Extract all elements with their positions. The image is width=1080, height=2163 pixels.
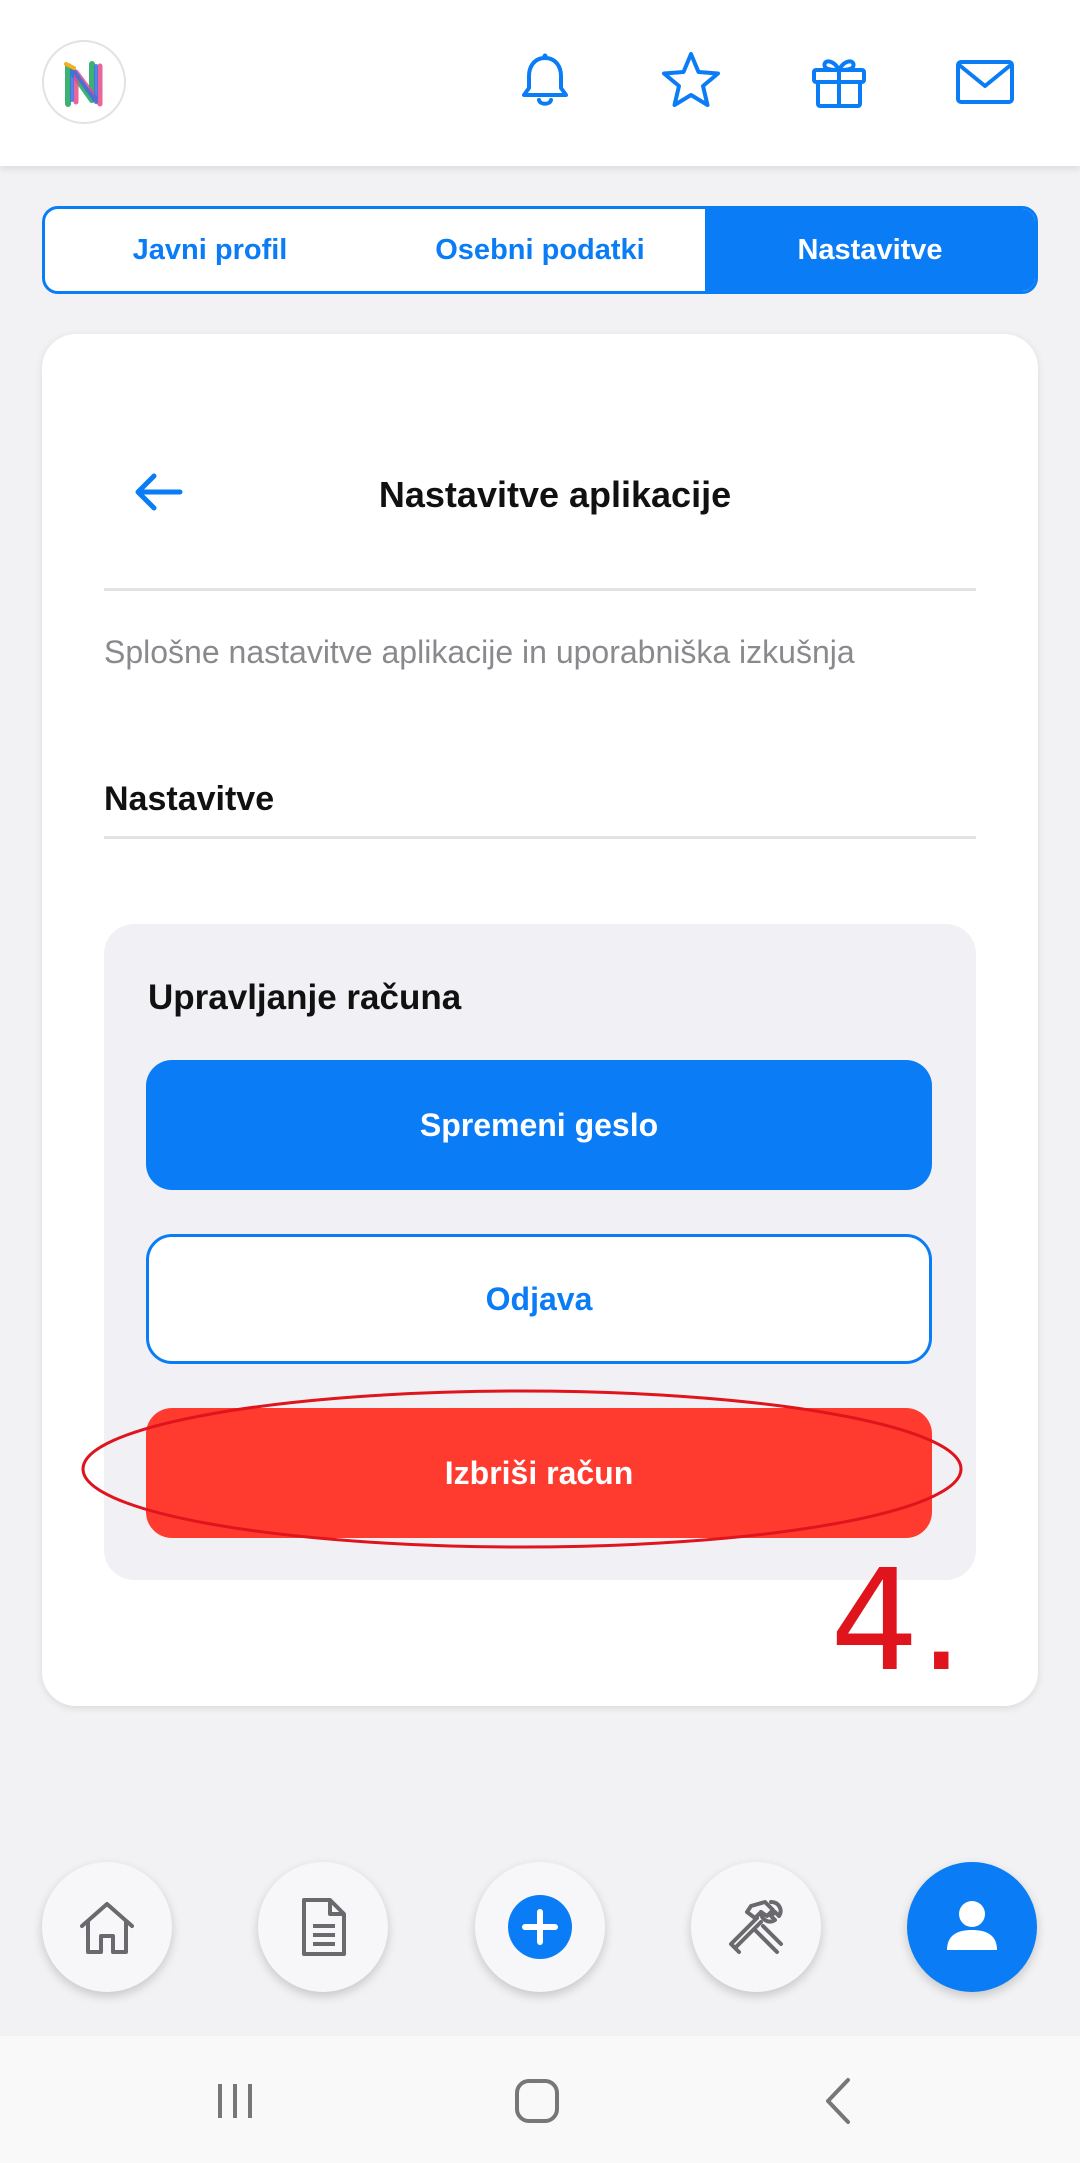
nav-home-button[interactable] [42,1862,172,1992]
tab-settings[interactable]: Nastavitve [705,209,1035,291]
back-icon[interactable] [804,2066,874,2136]
divider [104,588,976,591]
tools-icon [729,1900,783,1954]
profile-icon [947,1901,997,1950]
document-icon [302,1898,346,1956]
nav-profile-button[interactable] [907,1862,1037,1992]
change-password-button[interactable]: Spremeni geslo [146,1060,932,1190]
app-logo[interactable] [42,40,126,124]
panel-title: Upravljanje računa [148,978,462,1017]
star-icon[interactable] [658,48,724,114]
page-description: Splošne nastavitve aplikacije in uporabn… [104,634,855,670]
nav-add-button[interactable] [475,1862,605,1992]
divider [104,836,976,839]
bell-icon[interactable] [512,48,578,114]
system-navigation-bar [0,2036,1080,2163]
page-title: Nastavitve aplikacije [378,474,732,515]
profile-tabs: Javni profil Osebni podatki Nastavitve [42,206,1038,294]
tab-personal-data[interactable]: Osebni podatki [375,209,705,291]
home-icon [80,1902,134,1954]
recent-apps-icon[interactable] [200,2066,270,2136]
logout-button[interactable]: Odjava [146,1234,932,1364]
nav-tools-button[interactable] [691,1862,821,1992]
home-button-icon[interactable] [502,2066,572,2136]
step-number-annotation: 4. [830,1540,964,1703]
gift-icon[interactable] [806,48,872,114]
section-heading: Nastavitve [104,780,275,818]
add-icon [508,1895,572,1959]
nav-documents-button[interactable] [258,1862,388,1992]
settings-card: Nastavitve aplikacije Splošne nastavitve… [42,334,1038,1706]
tab-public-profile[interactable]: Javni profil [45,209,375,291]
mail-icon[interactable] [952,48,1018,114]
top-bar [0,0,1080,166]
logo-n-icon [64,61,103,107]
delete-account-button[interactable]: Izbriši račun [146,1408,932,1538]
account-management-panel: Upravljanje računa Spremeni geslo Odjava… [104,924,976,1580]
